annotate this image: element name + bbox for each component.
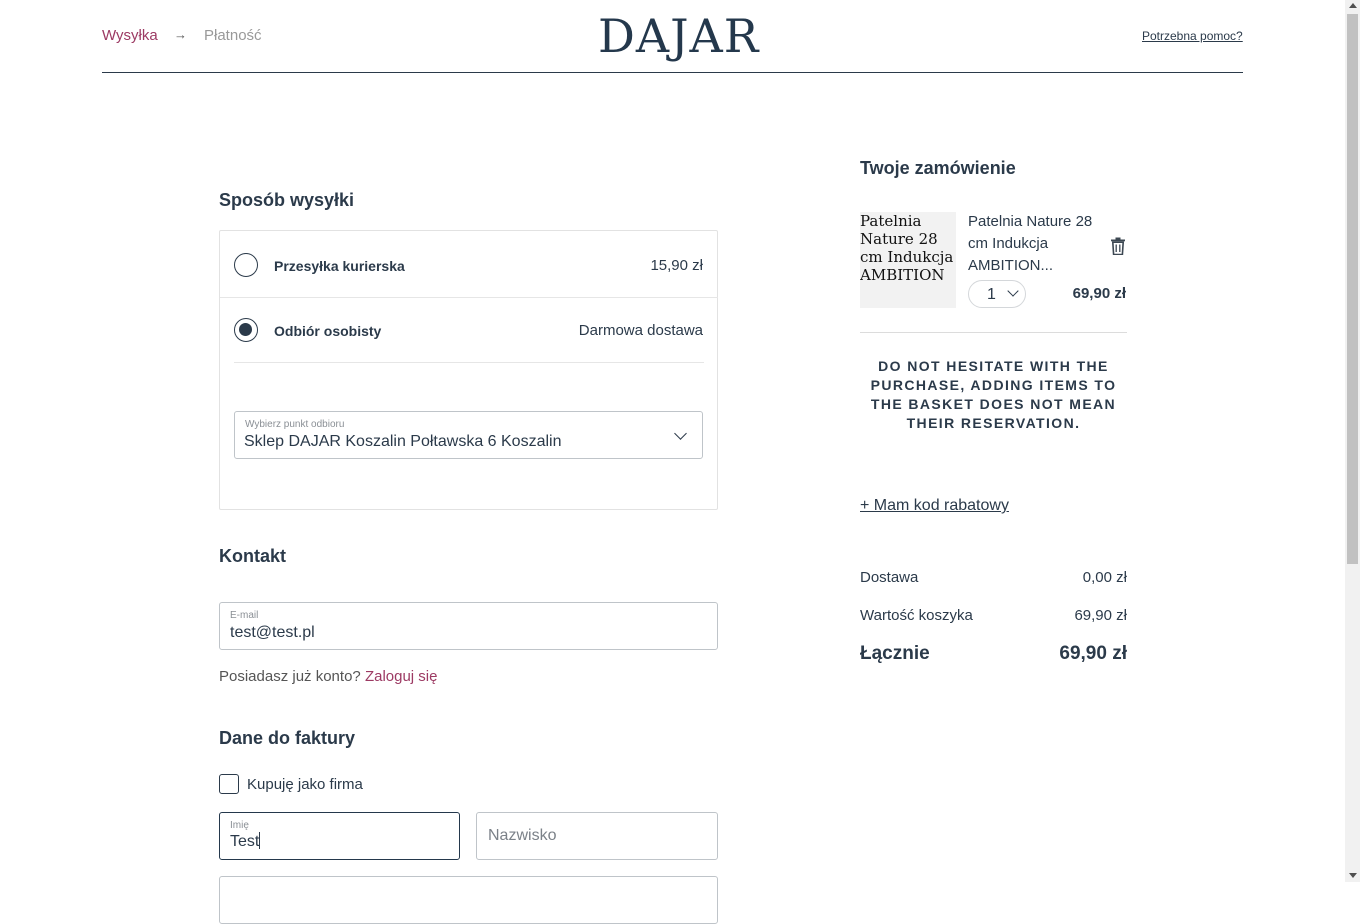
scroll-up-icon[interactable]: [1349, 3, 1357, 8]
divider: [234, 362, 704, 363]
trash-icon[interactable]: [1110, 237, 1126, 255]
text-caret: [259, 832, 261, 849]
arrow-right-icon: →: [174, 27, 187, 42]
reservation-notice: DO NOT HESITATE WITH THE PURCHASE, ADDIN…: [870, 358, 1117, 431]
radio-pickup[interactable]: [234, 318, 258, 342]
pickup-point-label: Wybierz punkt odbioru: [245, 419, 345, 430]
product-price: 69,90 zł: [1072, 285, 1126, 302]
pickup-point-select[interactable]: Wybierz punkt odbioru Sklep DAJAR Koszal…: [234, 411, 703, 459]
summary-row-total: Łącznie 69,90 zł: [860, 643, 1127, 665]
login-link[interactable]: Zaloguj się: [365, 668, 438, 685]
contact-title: Kontakt: [219, 546, 286, 566]
chevron-down-icon: [674, 427, 687, 440]
chevron-down-icon: [1007, 285, 1019, 297]
first-name-text: Test: [230, 833, 260, 850]
next-field[interactable]: [219, 876, 718, 924]
quantity-select[interactable]: 1: [968, 280, 1026, 308]
shipping-options: Przesyłka kurierska 15,90 zł Odbiór osob…: [219, 230, 718, 510]
breadcrumb-step-shipping[interactable]: Wysyłka: [102, 27, 158, 44]
summary-value: 69,90 zł: [1074, 607, 1127, 624]
quantity-value: 1: [987, 286, 996, 303]
company-checkbox-label[interactable]: Kupuję jako firma: [247, 776, 363, 793]
pickup-point-value: Sklep DAJAR Koszalin Połtawska 6 Koszali…: [244, 433, 562, 450]
company-checkbox[interactable]: [219, 774, 239, 794]
first-name-label: Imię: [230, 820, 249, 831]
breadcrumb-step-payment[interactable]: Płatność: [204, 27, 262, 44]
product-name[interactable]: Patelnia Nature 28 cm Indukcja AMBITION.…: [968, 211, 1104, 277]
first-name-value: Test: [230, 832, 261, 851]
summary-value: 0,00 zł: [1082, 569, 1127, 586]
summary-row-cart: Wartość koszyka 69,90 zł: [860, 607, 1127, 624]
summary-label: Wartość koszyka: [860, 607, 973, 624]
last-name-field[interactable]: Nazwisko: [476, 812, 718, 860]
email-field[interactable]: E-mail test@test.pl: [219, 602, 718, 650]
shipping-title: Sposób wysyłki: [219, 190, 355, 210]
email-value: test@test.pl: [230, 624, 315, 641]
divider: [220, 297, 718, 298]
scroll-down-icon[interactable]: [1349, 873, 1357, 878]
last-name-placeholder: Nazwisko: [488, 827, 557, 844]
email-label: E-mail: [230, 610, 259, 621]
summary-label: Dostawa: [860, 569, 919, 586]
discount-code-link[interactable]: + Mam kod rabatowy: [860, 497, 1009, 515]
account-prompt: Posiadasz już konto? Zaloguj się: [219, 668, 437, 685]
option-price-pickup: Darmowa dostawa: [578, 322, 703, 339]
total-value: 69,90 zł: [1059, 643, 1127, 664]
option-label-pickup: Odbiór osobisty: [274, 323, 382, 339]
product-image[interactable]: Patelnia Nature 28 cm Indukcja AMBITION: [860, 212, 956, 308]
logo[interactable]: DAJAR: [598, 10, 759, 62]
total-label: Łącznie: [860, 643, 930, 664]
help-link[interactable]: Potrzebna pomoc?: [1142, 29, 1243, 43]
summary-divider: [860, 332, 1127, 333]
option-price-courier: 15,90 zł: [650, 257, 703, 274]
invoice-title: Dane do faktury: [219, 728, 356, 748]
order-title: Twoje zamówienie: [860, 158, 1016, 178]
option-label-courier: Przesyłka kurierska: [274, 258, 405, 274]
account-question: Posiadasz już konto?: [219, 668, 361, 685]
summary-row-delivery: Dostawa 0,00 zł: [860, 569, 1127, 586]
first-name-field[interactable]: Imię Test: [219, 812, 460, 860]
header-divider: [102, 72, 1243, 73]
scrollbar-thumb[interactable]: [1347, 14, 1358, 564]
radio-courier[interactable]: [234, 253, 258, 277]
